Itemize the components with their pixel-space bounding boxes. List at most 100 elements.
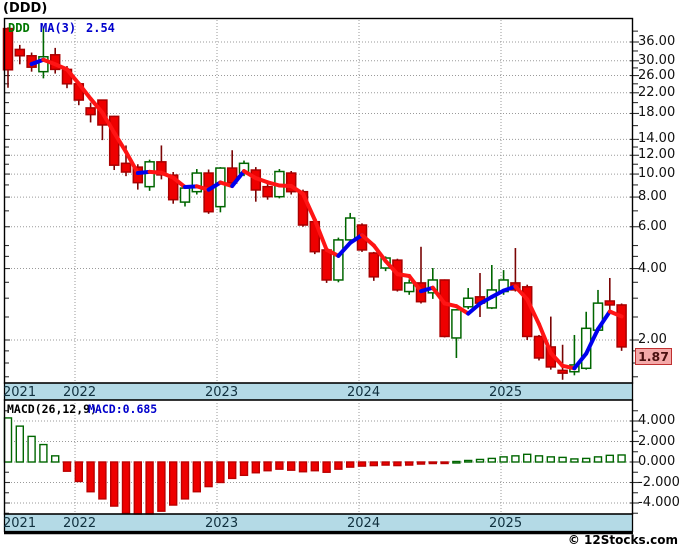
candle-down [368,251,380,281]
candle-down [474,273,486,317]
macd-legend-params: MACD(26,12,9) [7,402,98,416]
year-label-top: 2024 [347,385,381,400]
candle-down [604,277,616,310]
gridlines [5,20,632,514]
macd-bar-negative [393,461,402,467]
macd-bar-negative [322,461,331,473]
macd-bar-negative [109,461,119,507]
macd-bar-positive [464,459,473,463]
macd-axis-label: 2.000 [638,433,676,449]
macd-bar-positive [475,458,485,463]
macd-bar-negative [62,461,72,472]
candle-down [439,279,450,338]
legend-ma-value: 2.54 [86,21,115,35]
year-label-bottom: 2025 [489,515,523,531]
candle-down [533,334,545,361]
macd-bar-positive [39,443,48,463]
year-label-bottom: 2023 [205,515,239,531]
macd-bar-negative [98,461,107,500]
macd-bar-negative [334,461,343,470]
price-axis-label: 2.00 [638,332,667,347]
year-label-top: 2022 [63,385,97,400]
year-label-top: 2021 [3,385,37,400]
price-axis-label: 30.00 [638,52,676,68]
candle-down [85,102,96,123]
macd-bar-negative [216,461,225,484]
macd-bar-positive [593,456,603,463]
macd-bar-positive [452,460,461,464]
candle-up [462,288,474,310]
price-axis-label: 12.00 [638,147,676,163]
ma-line [29,57,624,371]
year-label-top: 2023 [205,385,239,400]
copyright-link[interactable]: © 12Stocks.com [568,533,678,546]
candle-body [179,187,191,203]
candle-body [14,48,26,57]
candle-down [14,44,26,65]
candle-body [368,252,380,278]
macd-bar-negative [180,461,190,500]
candle-up [486,264,498,310]
macd-bar-positive [15,425,24,463]
macd-bar-negative [168,461,178,506]
candle-up [191,169,203,195]
candle-down [285,171,297,195]
macd-axis-label: -4.000 [638,495,680,510]
candlestick-series [2,26,627,380]
macd-axis-label: 0.000 [638,454,676,469]
macd-bar-negative [86,461,95,493]
chart-canvas [2,17,639,535]
candle-up [451,309,462,358]
macd-bar-negative [346,461,355,468]
year-label-bottom: 2022 [63,515,97,531]
macd-bar-positive [534,455,544,463]
candle-down [262,183,273,200]
price-axis-label: 18.00 [638,105,676,121]
candle-body [462,297,474,308]
macd-bar-positive [546,456,555,463]
macd-bar-positive [27,435,36,463]
price-axis-label: 10.00 [638,166,676,182]
macd-bar-negative [298,461,308,473]
candle-body [557,369,568,374]
price-axis-label: 26.00 [638,67,676,83]
x-axis-band-bottom [3,513,634,533]
macd-bar-negative [275,461,284,470]
macd-histogram [3,417,626,515]
candle-body [120,162,132,173]
candle-body [262,185,273,198]
candle-body [344,217,356,241]
macd-bar-negative [369,461,378,467]
price-axis-label: 8.00 [638,189,667,205]
candle-body [85,107,96,116]
last-price-badge: 1.87 [635,348,672,365]
stock-chart-window: (DDD) DDD MA(3) 2.54 MACD(26,12,9) MACD:… [0,0,680,546]
macd-bar-negative [357,461,367,467]
macd-axis-label: 4.000 [638,413,676,428]
macd-bar-negative [251,461,261,474]
macd-bar-positive [605,454,614,463]
candle-down [49,47,61,74]
macd-bar-negative [287,461,296,471]
candle-body [215,167,226,208]
macd-bar-positive [51,455,60,463]
candle-body [616,304,627,348]
macd-legend-value: MACD:0.685 [88,402,158,416]
macd-bar-negative [428,461,437,465]
candle-body [533,335,545,359]
macd-bar-negative [145,461,154,515]
macd-bar-negative [416,461,426,465]
candle-down [250,167,262,202]
candle-body [439,279,450,338]
macd-bar-positive [499,456,508,463]
macd-bar-negative [239,461,249,477]
macd-bar-positive [570,458,579,463]
year-label-top: 2025 [489,385,523,400]
legend-symbol: DDD [8,21,30,35]
price-axis-label: 6.00 [638,218,667,234]
price-axis-label: 36.00 [638,34,676,49]
macd-bar-negative [227,461,237,480]
candle-up [580,311,592,370]
price-axis-label: 14.00 [638,131,676,147]
macd-bar-positive [3,417,13,463]
